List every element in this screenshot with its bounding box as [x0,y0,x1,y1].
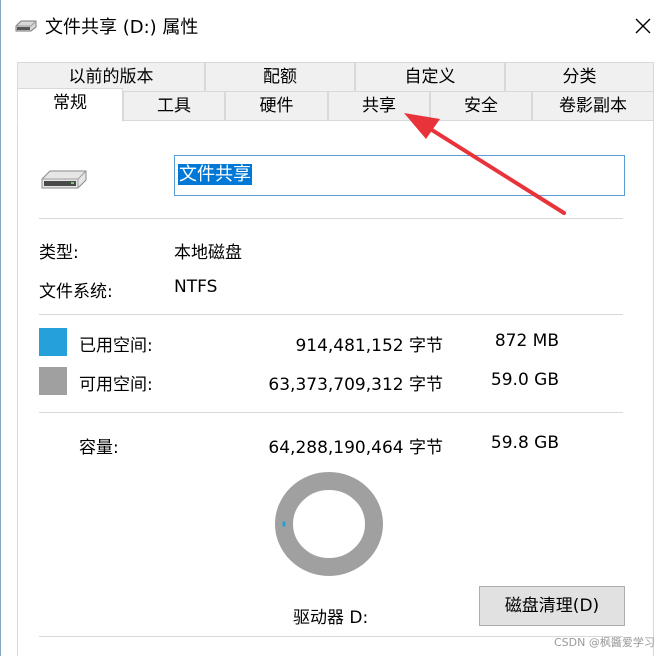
close-icon [635,18,651,34]
divider [39,412,623,413]
free-space-swatch [39,367,67,395]
tab-quota[interactable]: 配额 [205,62,355,92]
divider [39,636,623,637]
type-value: 本地磁盘 [174,243,242,263]
title-bar: 文件共享 (D:) 属性 [1,0,669,52]
tab-tools[interactable]: 工具 [123,91,225,121]
properties-window: 文件共享 (D:) 属性 以前的版本 配额 自定义 分类 工具 硬件 共享 安全… [0,0,669,656]
window-title: 文件共享 (D:) 属性 [45,17,199,38]
free-space-bytes: 63,373,709,312 字节 [268,375,443,395]
used-space-size: 872 MB [494,331,559,351]
free-space-size: 59.0 GB [490,370,559,390]
file-system-label: 文件系统: [39,282,113,302]
disk-usage-donut [275,472,383,576]
capacity-label: 容量: [79,438,119,458]
file-system-value: NTFS [174,277,218,297]
volume-name-text: 文件共享 [178,164,252,185]
tab-customize[interactable]: 自定义 [355,62,505,92]
tab-hardware[interactable]: 硬件 [225,91,328,121]
free-space-label: 可用空间: [79,375,153,395]
used-space-bytes: 914,481,152 字节 [295,336,443,356]
used-space-label: 已用空间: [79,336,153,356]
disk-cleanup-button[interactable]: 磁盘清理(D) [479,586,625,626]
drive-letter-label: 驱动器 D: [293,608,369,628]
tab-classification[interactable]: 分类 [505,62,654,92]
tab-general[interactable]: 常规 [17,88,123,122]
type-label: 类型: [39,243,79,263]
used-space-swatch [39,328,67,356]
watermark: CSDN @枫醬爱学习 [554,636,655,649]
close-button[interactable] [621,6,665,46]
free-space-ring [275,472,383,576]
drive-icon [15,20,37,32]
capacity-size: 59.8 GB [490,433,559,453]
capacity-bytes: 64,288,190,464 字节 [268,438,443,458]
divider [39,314,623,315]
drive-icon [41,170,87,189]
annotation-arrow-icon [404,113,566,215]
